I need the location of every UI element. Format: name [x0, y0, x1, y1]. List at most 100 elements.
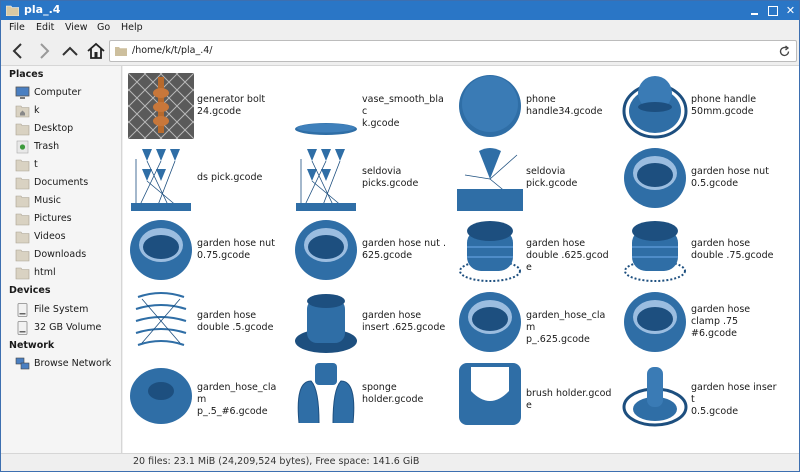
file-name-line: phone handle — [691, 94, 757, 105]
file-item[interactable]: garden hose double .5.gcode — [123, 286, 285, 356]
file-name-line: handle34.gcode — [526, 106, 603, 117]
file-name: brush holder.gcode — [526, 388, 612, 412]
sidebar-item[interactable]: File System — [15, 302, 121, 318]
file-name: garden hose nut 0.75.gcode — [197, 238, 283, 262]
forward-arrow-icon — [40, 43, 50, 59]
folder-icon — [15, 248, 30, 262]
folder-icon — [15, 266, 30, 280]
file-item[interactable]: seldovia picks.gcode — [288, 142, 450, 212]
file-name: sponge holder.gcode — [362, 382, 448, 406]
sidebar-item-label: 32 GB Volume — [34, 322, 102, 333]
file-name-line: double .625.gcode — [526, 250, 609, 273]
file-name: phone handle34.gcode — [526, 94, 612, 118]
menu-go[interactable]: Go — [97, 22, 110, 33]
file-item[interactable]: brush holder.gcode — [452, 358, 614, 428]
file-manager-window: pla_.4 ✕ File Edit View Go Help /home/k/… — [0, 0, 800, 472]
close-button[interactable]: ✕ — [783, 3, 798, 18]
sidebar-item-label: Downloads — [34, 249, 87, 260]
places-header: Places — [9, 69, 44, 80]
file-name-line: garden hose — [197, 310, 257, 321]
sidebar-item[interactable]: Desktop — [15, 121, 121, 137]
file-name-line: seldovia — [526, 166, 566, 177]
back-button[interactable] — [7, 40, 29, 62]
file-name-line: picks.gcode — [362, 178, 419, 189]
sidebar-item[interactable]: html — [15, 265, 121, 281]
file-name-line: vase_smooth_blac — [362, 94, 444, 117]
sidebar-item[interactable]: t — [15, 157, 121, 173]
file-item[interactable]: garden_hose_clam p_.625.gcode — [452, 286, 614, 356]
file-item[interactable]: garden hose insert 0.5.gcode — [617, 358, 779, 428]
up-button[interactable] — [59, 40, 81, 62]
file-name: garden hose clamp .75 #6.gcode — [691, 304, 777, 340]
file-thumbnail — [128, 145, 194, 211]
devices-header: Devices — [9, 285, 51, 296]
file-item[interactable]: sponge holder.gcode — [288, 358, 450, 428]
folder-icon — [15, 176, 30, 190]
file-thumbnail — [457, 217, 523, 283]
file-thumbnail — [457, 289, 523, 355]
menu-help[interactable]: Help — [121, 22, 143, 33]
sidebar-item[interactable]: Videos — [15, 229, 121, 245]
file-name: garden hose insert .625.gcode — [362, 310, 448, 334]
file-item[interactable]: garden hose insert .625.gcode — [288, 286, 450, 356]
file-item[interactable]: garden hose double .625.gcode — [452, 214, 614, 284]
file-name: phone handle 50mm.gcode — [691, 94, 777, 118]
sidebar-item-label: Desktop — [34, 123, 74, 134]
file-thumbnail — [457, 73, 523, 139]
file-item[interactable]: garden_hose_clam p_.5_#6.gcode — [123, 358, 285, 428]
file-name-line: pick.gcode — [526, 178, 578, 189]
location-path[interactable]: /home/k/t/pla_.4/ — [132, 45, 212, 56]
file-thumbnail — [128, 217, 194, 283]
file-name-line: garden_hose_clam — [526, 310, 606, 333]
file-name-line: insert .625.gcode — [362, 322, 446, 333]
sidebar-item[interactable]: Trash — [15, 139, 121, 155]
file-item[interactable]: garden hose nut . 625.gcode — [288, 214, 450, 284]
file-name-line: p_.625.gcode — [526, 334, 590, 345]
file-item[interactable]: seldovia pick.gcode — [452, 142, 614, 212]
reload-icon[interactable] — [778, 45, 791, 58]
sidebar-item[interactable]: 32 GB Volume — [15, 320, 121, 336]
file-name-line: garden_hose_clam — [197, 382, 277, 405]
file-item[interactable]: garden hose nut 0.5.gcode — [617, 142, 779, 212]
file-thumbnail — [457, 145, 523, 211]
file-name: garden hose double .5.gcode — [197, 310, 283, 334]
sidebar-item[interactable]: Documents — [15, 175, 121, 191]
sidebar-item[interactable]: Computer — [15, 85, 121, 101]
menu-bar: File Edit View Go Help — [1, 20, 799, 36]
sidebar-item[interactable]: Downloads — [15, 247, 121, 263]
file-thumbnail — [128, 289, 194, 355]
file-item[interactable]: generator bolt 24.gcode — [123, 70, 285, 140]
location-bar[interactable]: /home/k/t/pla_.4/ — [109, 40, 797, 62]
file-item[interactable]: garden hose double .75.gcode — [617, 214, 779, 284]
menu-file[interactable]: File — [9, 22, 25, 33]
file-name-line: clamp .75 — [691, 316, 739, 327]
file-item[interactable]: ds pick.gcode — [123, 142, 285, 212]
sidebar-item[interactable]: Music — [15, 193, 121, 209]
title-bar[interactable]: pla_.4 ✕ — [1, 1, 799, 20]
minimize-button[interactable] — [747, 3, 762, 18]
file-item[interactable]: phone handle34.gcode — [452, 70, 614, 140]
file-name: garden hose double .625.gcode — [526, 238, 612, 274]
menu-view[interactable]: View — [65, 22, 88, 33]
sidebar-item[interactable]: Pictures — [15, 211, 121, 227]
file-name-line: garden hose nut — [197, 238, 275, 249]
home-button[interactable] — [85, 40, 107, 62]
file-item[interactable]: garden hose clamp .75 #6.gcode — [617, 286, 779, 356]
file-item[interactable]: phone handle 50mm.gcode — [617, 70, 779, 140]
file-name: garden_hose_clam p_.625.gcode — [526, 310, 612, 346]
file-name-line: brush holder.gcode — [526, 388, 612, 411]
computer-icon — [15, 86, 30, 100]
maximize-button[interactable] — [765, 3, 780, 18]
sidebar-item-label: Browse Network — [34, 358, 112, 369]
sidebar-item[interactable]: Browse Network — [15, 356, 121, 372]
status-bar: 20 files: 23.1 MiB (24,209,524 bytes), F… — [1, 453, 799, 471]
file-thumbnail — [127, 72, 195, 140]
forward-button[interactable] — [33, 40, 55, 62]
menu-edit[interactable]: Edit — [36, 22, 54, 33]
file-item[interactable]: vase_smooth_blac k.gcode — [288, 70, 450, 140]
toolbar: /home/k/t/pla_.4/ — [1, 36, 799, 66]
sidebar-item[interactable]: k — [15, 103, 121, 119]
status-text: 20 files: 23.1 MiB (24,209,524 bytes), F… — [133, 456, 420, 467]
file-item[interactable]: garden hose nut 0.75.gcode — [123, 214, 285, 284]
file-thumbnail — [293, 361, 359, 427]
